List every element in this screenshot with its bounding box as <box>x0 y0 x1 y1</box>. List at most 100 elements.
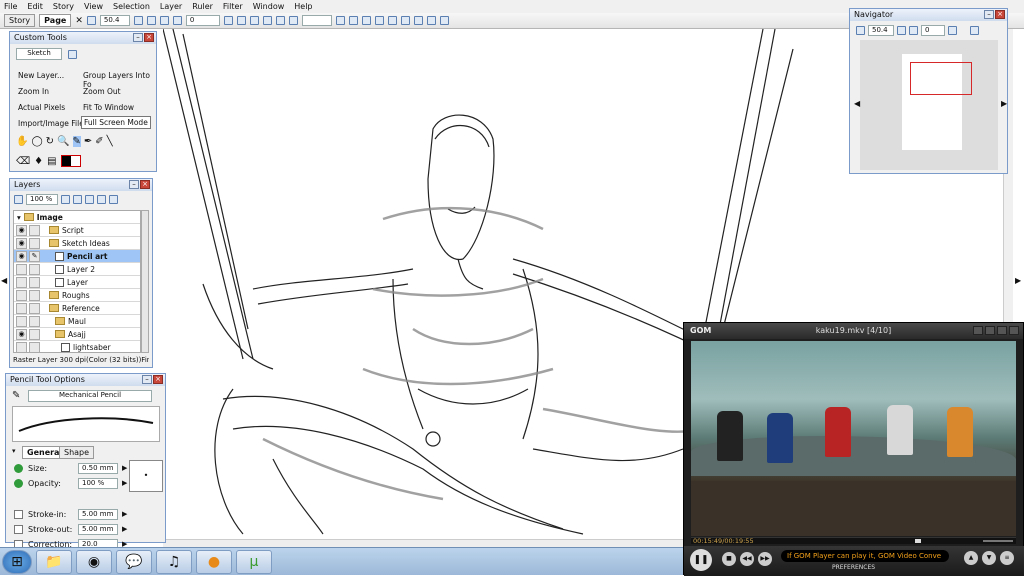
navigator-rotate-field[interactable]: 0 <box>921 25 945 36</box>
menu-story[interactable]: Story <box>53 2 74 11</box>
layer-root[interactable]: ▾ Image <box>14 211 140 224</box>
flip-v-icon[interactable] <box>236 16 246 25</box>
setting-arrow-icon[interactable]: ▶ <box>122 525 127 533</box>
stop-button[interactable]: ■ <box>722 552 736 566</box>
rotate-icon[interactable]: ↻ <box>46 136 54 147</box>
utorrent-icon[interactable]: µ <box>236 549 272 574</box>
menu-layer[interactable]: Layer <box>160 2 182 11</box>
blank-field[interactable] <box>301 15 332 26</box>
visibility-eye-icon[interactable]: ◉ <box>16 250 27 262</box>
visibility-eye-icon[interactable] <box>16 315 27 327</box>
zoom-field[interactable]: 50.4 <box>99 15 130 26</box>
preset-dropdown[interactable]: Sketch <box>16 48 62 60</box>
fit-icon[interactable] <box>146 16 156 25</box>
explorer-icon[interactable]: 📁 <box>36 549 72 574</box>
zoom-in-button[interactable]: Zoom In <box>18 87 49 96</box>
new-folder-icon[interactable] <box>73 195 82 204</box>
playlist-button[interactable]: ▼ <box>982 551 996 565</box>
visibility-eye-icon[interactable] <box>16 302 27 314</box>
layer-row[interactable]: ◉ Asajj <box>14 328 140 341</box>
opacity-field[interactable]: 100 % <box>26 194 58 205</box>
edit-lock-icon[interactable] <box>29 289 40 301</box>
edit-lock-icon[interactable] <box>29 237 40 249</box>
minimize-button[interactable]: – <box>129 180 139 189</box>
zoom-icon[interactable] <box>856 26 865 35</box>
menu-window[interactable]: Window <box>253 2 285 11</box>
tab-page[interactable]: Page <box>39 14 72 27</box>
flip-h-icon[interactable] <box>223 16 233 25</box>
lasso-icon[interactable]: ◯ <box>31 136 42 147</box>
blend-mode-icon[interactable] <box>14 195 23 204</box>
layer-row[interactable]: ◉ ✎ Pencil art <box>14 250 140 263</box>
layer-icon[interactable] <box>426 16 436 25</box>
nav-right-arrow-icon[interactable]: ▶ <box>1001 99 1007 108</box>
pressure-toggle-icon[interactable] <box>14 479 23 488</box>
select-icon[interactable] <box>361 16 371 25</box>
chat-icon[interactable]: 💬 <box>116 549 152 574</box>
crop-icon[interactable] <box>249 16 259 25</box>
edit-lock-icon[interactable] <box>29 328 40 340</box>
layer-row[interactable]: Layer <box>14 276 140 289</box>
setting-value-field[interactable]: 5.00 mm <box>78 524 118 535</box>
edit-lock-icon[interactable] <box>29 224 40 236</box>
video-frame[interactable] <box>691 341 1016 536</box>
transform-icon[interactable] <box>387 16 397 25</box>
visibility-eye-icon[interactable] <box>16 341 27 352</box>
guide-icon[interactable] <box>288 16 298 25</box>
navigator-menu-icon[interactable] <box>970 26 979 35</box>
volume-slider[interactable] <box>983 540 1013 542</box>
menu-view[interactable]: View <box>84 2 103 11</box>
menu-selection[interactable]: Selection <box>113 2 150 11</box>
setting-arrow-icon[interactable]: ▶ <box>122 510 127 518</box>
rotate-stepper-icon[interactable] <box>948 26 957 35</box>
eraser-icon[interactable]: ⌫ <box>16 156 30 167</box>
fill-icon[interactable]: ♦ <box>34 156 43 167</box>
gom-seekbar[interactable]: 00:15:49/00:19:55 <box>691 537 1016 545</box>
pencil-icon[interactable]: ✎ <box>72 136 81 147</box>
ruler-icon[interactable] <box>262 16 272 25</box>
lock-icon[interactable] <box>97 195 106 204</box>
layer-row[interactable]: ◉ Sketch Ideas <box>14 237 140 250</box>
hand-icon[interactable]: ✋ <box>16 136 28 147</box>
close-button[interactable]: × <box>140 180 150 189</box>
new-layer-icon[interactable] <box>61 195 70 204</box>
next-button[interactable]: ▶▶ <box>758 552 772 566</box>
gradient-icon[interactable]: ▤ <box>47 156 56 167</box>
fit-to-window-button[interactable]: Fit To Window <box>83 103 134 112</box>
layer-row[interactable]: Layer 2 <box>14 263 140 276</box>
minimize-button[interactable]: – <box>133 33 143 42</box>
rotate-icon[interactable] <box>909 26 918 35</box>
fill-icon[interactable] <box>348 16 358 25</box>
brush-dropdown[interactable]: Mechanical Pencil <box>28 390 152 402</box>
navigator-view-frame[interactable] <box>910 62 972 95</box>
orb-icon[interactable]: ● <box>196 549 232 574</box>
zoom-stepper-icon[interactable] <box>897 26 906 35</box>
menu-filter[interactable]: Filter <box>223 2 243 11</box>
page-icon[interactable] <box>133 16 143 25</box>
gom-minimize-button[interactable] <box>985 326 995 335</box>
nav-left-arrow-icon[interactable]: ◀ <box>854 99 860 108</box>
close-button[interactable]: × <box>153 375 163 384</box>
itunes-icon[interactable]: ♫ <box>156 549 192 574</box>
minimize-button[interactable]: – <box>984 10 994 19</box>
copy-layer-icon[interactable] <box>85 195 94 204</box>
layer-row[interactable]: Maul <box>14 315 140 328</box>
pause-button[interactable]: ❚❚ <box>690 549 712 571</box>
setting-value-field[interactable]: 5.00 mm <box>78 509 118 520</box>
chrome-icon[interactable]: ◉ <box>76 549 112 574</box>
table-icon[interactable] <box>439 16 449 25</box>
minimize-button[interactable]: – <box>142 375 152 384</box>
new-layer-button[interactable]: New Layer... <box>18 71 64 80</box>
visibility-eye-icon[interactable] <box>16 263 27 275</box>
visibility-eye-icon[interactable] <box>16 276 27 288</box>
edit-lock-icon[interactable] <box>29 341 40 352</box>
setting-checkbox[interactable] <box>14 525 23 534</box>
edit-lock-icon[interactable] <box>29 302 40 314</box>
right-collapse-arrow-icon[interactable]: ▶ <box>1015 276 1021 285</box>
prev-button[interactable]: ◀◀ <box>740 552 754 566</box>
pen-icon[interactable]: ✒ <box>84 136 92 147</box>
line-icon[interactable]: ╲ <box>107 136 113 147</box>
layer-list-scrollbar[interactable] <box>141 210 149 353</box>
actual-pixels-button[interactable]: Actual Pixels <box>18 103 65 112</box>
edit-lock-icon[interactable]: ✎ <box>29 250 40 262</box>
